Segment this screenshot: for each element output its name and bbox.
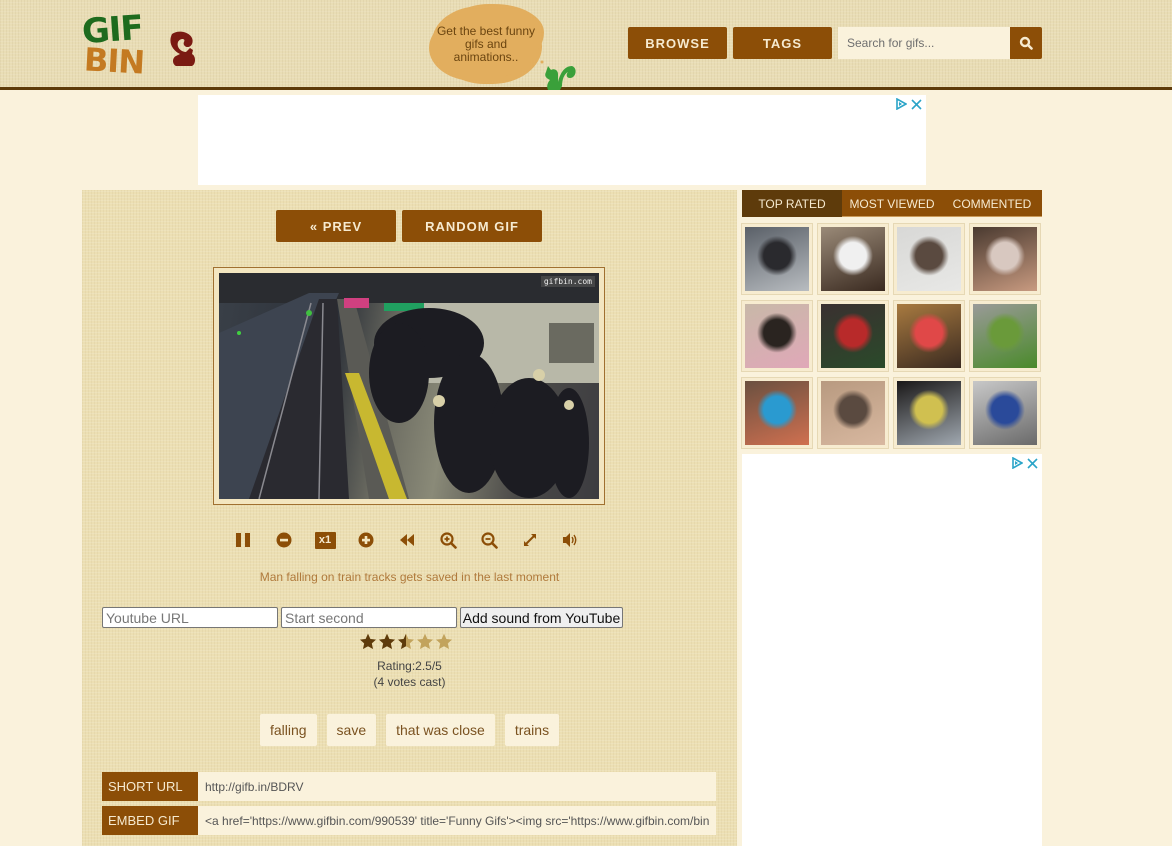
thumbnail-image [973,227,1037,291]
gif-frame: gifbin.com [213,267,605,505]
votes-label: (4 votes cast) [373,675,446,689]
thumbnail-link[interactable] [970,301,1040,371]
browse-button[interactable]: BROWSE [628,27,727,59]
rewind-button[interactable] [396,529,418,551]
close-icon[interactable] [1027,457,1038,469]
sidebar-tabs: TOP RATED MOST VIEWED COMMENTED [742,190,1042,217]
star-icon[interactable] [397,633,415,650]
gif-caption: Man falling on train tracks gets saved i… [259,570,560,584]
gif-watermark: gifbin.com [540,276,595,287]
youtube-url-input[interactable] [102,607,278,628]
gif-image[interactable]: gifbin.com [219,273,599,499]
volume-icon [563,533,577,547]
star-rating[interactable] [359,633,453,650]
speed-label: x1 [314,531,336,549]
zoom-out-icon [480,531,498,549]
site-header: GIF BIN Get the best funny gifs and anim… [0,0,1172,90]
gif-panel: « PREV RANDOM GIF gifbin.com x1 Man fall… [82,190,737,846]
tags-button[interactable]: TAGS [733,27,832,59]
thumbnail-image [821,304,885,368]
zoom-in-button[interactable] [437,529,459,551]
adchoices-icon[interactable] [1011,457,1023,469]
embed-gif-field[interactable]: <a href='https://www.gifbin.com/990539' … [198,806,716,835]
thumbnail-link[interactable] [970,224,1040,294]
thumbnail-link[interactable] [818,301,888,371]
zoom-out-button[interactable] [478,529,500,551]
adchoices-icon[interactable] [895,98,907,110]
short-url-row: SHORT URL http://gifb.in/BDRV [102,772,716,801]
tag-link[interactable]: trains [504,714,560,746]
thumbnail-link[interactable] [818,224,888,294]
rating-label: Rating:2.5/5 [377,659,442,673]
squirrel-icon [170,31,195,66]
pause-icon [236,533,250,547]
thumbnail-link[interactable] [742,378,812,448]
ad-controls [1011,457,1038,469]
short-url-label: SHORT URL [102,772,198,801]
thumbnail-image [821,381,885,445]
thumbnail-link[interactable] [894,301,964,371]
tagline-text: Get the best funny gifs and animations.. [436,24,536,64]
thumbnail-image [745,227,809,291]
zoom-in-icon [439,531,457,549]
thumbnail-image [897,304,961,368]
tab-top-rated[interactable]: TOP RATED [742,190,842,217]
embed-gif-row: EMBED GIF <a href='https://www.gifbin.co… [102,806,716,835]
thumbnail-link[interactable] [970,378,1040,448]
thumbnail-grid [742,224,1042,448]
star-icon[interactable] [416,633,434,650]
thumbnail-link[interactable] [894,378,964,448]
squirrel-icon [540,60,576,90]
slower-button[interactable] [273,529,295,551]
logo-bin-text: BIN [83,40,146,82]
tag-link[interactable]: falling [259,714,317,746]
random-gif-button[interactable]: RANDOM GIF [402,210,542,242]
thumbnail-image [897,227,961,291]
sound-button[interactable] [560,529,582,551]
star-icon[interactable] [378,633,396,650]
faster-button[interactable] [355,529,377,551]
plus-circle-icon [358,532,374,548]
fullscreen-button[interactable] [519,529,541,551]
thumbnail-image [897,381,961,445]
rewind-icon [400,534,414,546]
thumbnail-image [745,304,809,368]
thumbnail-link[interactable] [742,224,812,294]
close-icon[interactable] [911,98,922,110]
tab-most-viewed[interactable]: MOST VIEWED [842,190,942,217]
add-sound-button[interactable]: Add sound from YouTube [460,607,623,628]
thumbnail-link[interactable] [894,224,964,294]
gif-scene [219,273,599,499]
player-controls: x1 [232,527,582,553]
search-input[interactable] [838,27,1010,59]
thumbnail-image [973,381,1037,445]
sidebar-ad[interactable] [742,454,1042,846]
speed-indicator[interactable]: x1 [314,529,336,551]
top-ad-banner[interactable] [198,95,926,185]
tag-link[interactable]: that was close [386,714,495,746]
thumbnail-image [973,304,1037,368]
start-second-input[interactable] [281,607,457,628]
tag-link[interactable]: save [326,714,377,746]
minus-circle-icon [276,532,292,548]
tab-commented[interactable]: COMMENTED [942,190,1042,217]
prev-button[interactable]: « PREV [276,210,396,242]
pause-button[interactable] [232,529,254,551]
expand-icon [524,534,536,546]
search-icon [1019,36,1033,50]
thumbnail-link[interactable] [818,378,888,448]
ad-controls [895,98,922,110]
tagline-cloud: Get the best funny gifs and animations.. [432,6,540,78]
short-url-field[interactable]: http://gifb.in/BDRV [198,772,716,801]
star-icon[interactable] [435,633,453,650]
thumbnail-link[interactable] [742,301,812,371]
thumbnail-image [821,227,885,291]
embed-gif-label: EMBED GIF [102,806,198,835]
star-icon[interactable] [359,633,377,650]
thumbnail-image [745,381,809,445]
site-logo[interactable]: GIF BIN [80,8,204,82]
search-button[interactable] [1010,27,1042,59]
tag-list: falling save that was close trains [82,714,737,746]
